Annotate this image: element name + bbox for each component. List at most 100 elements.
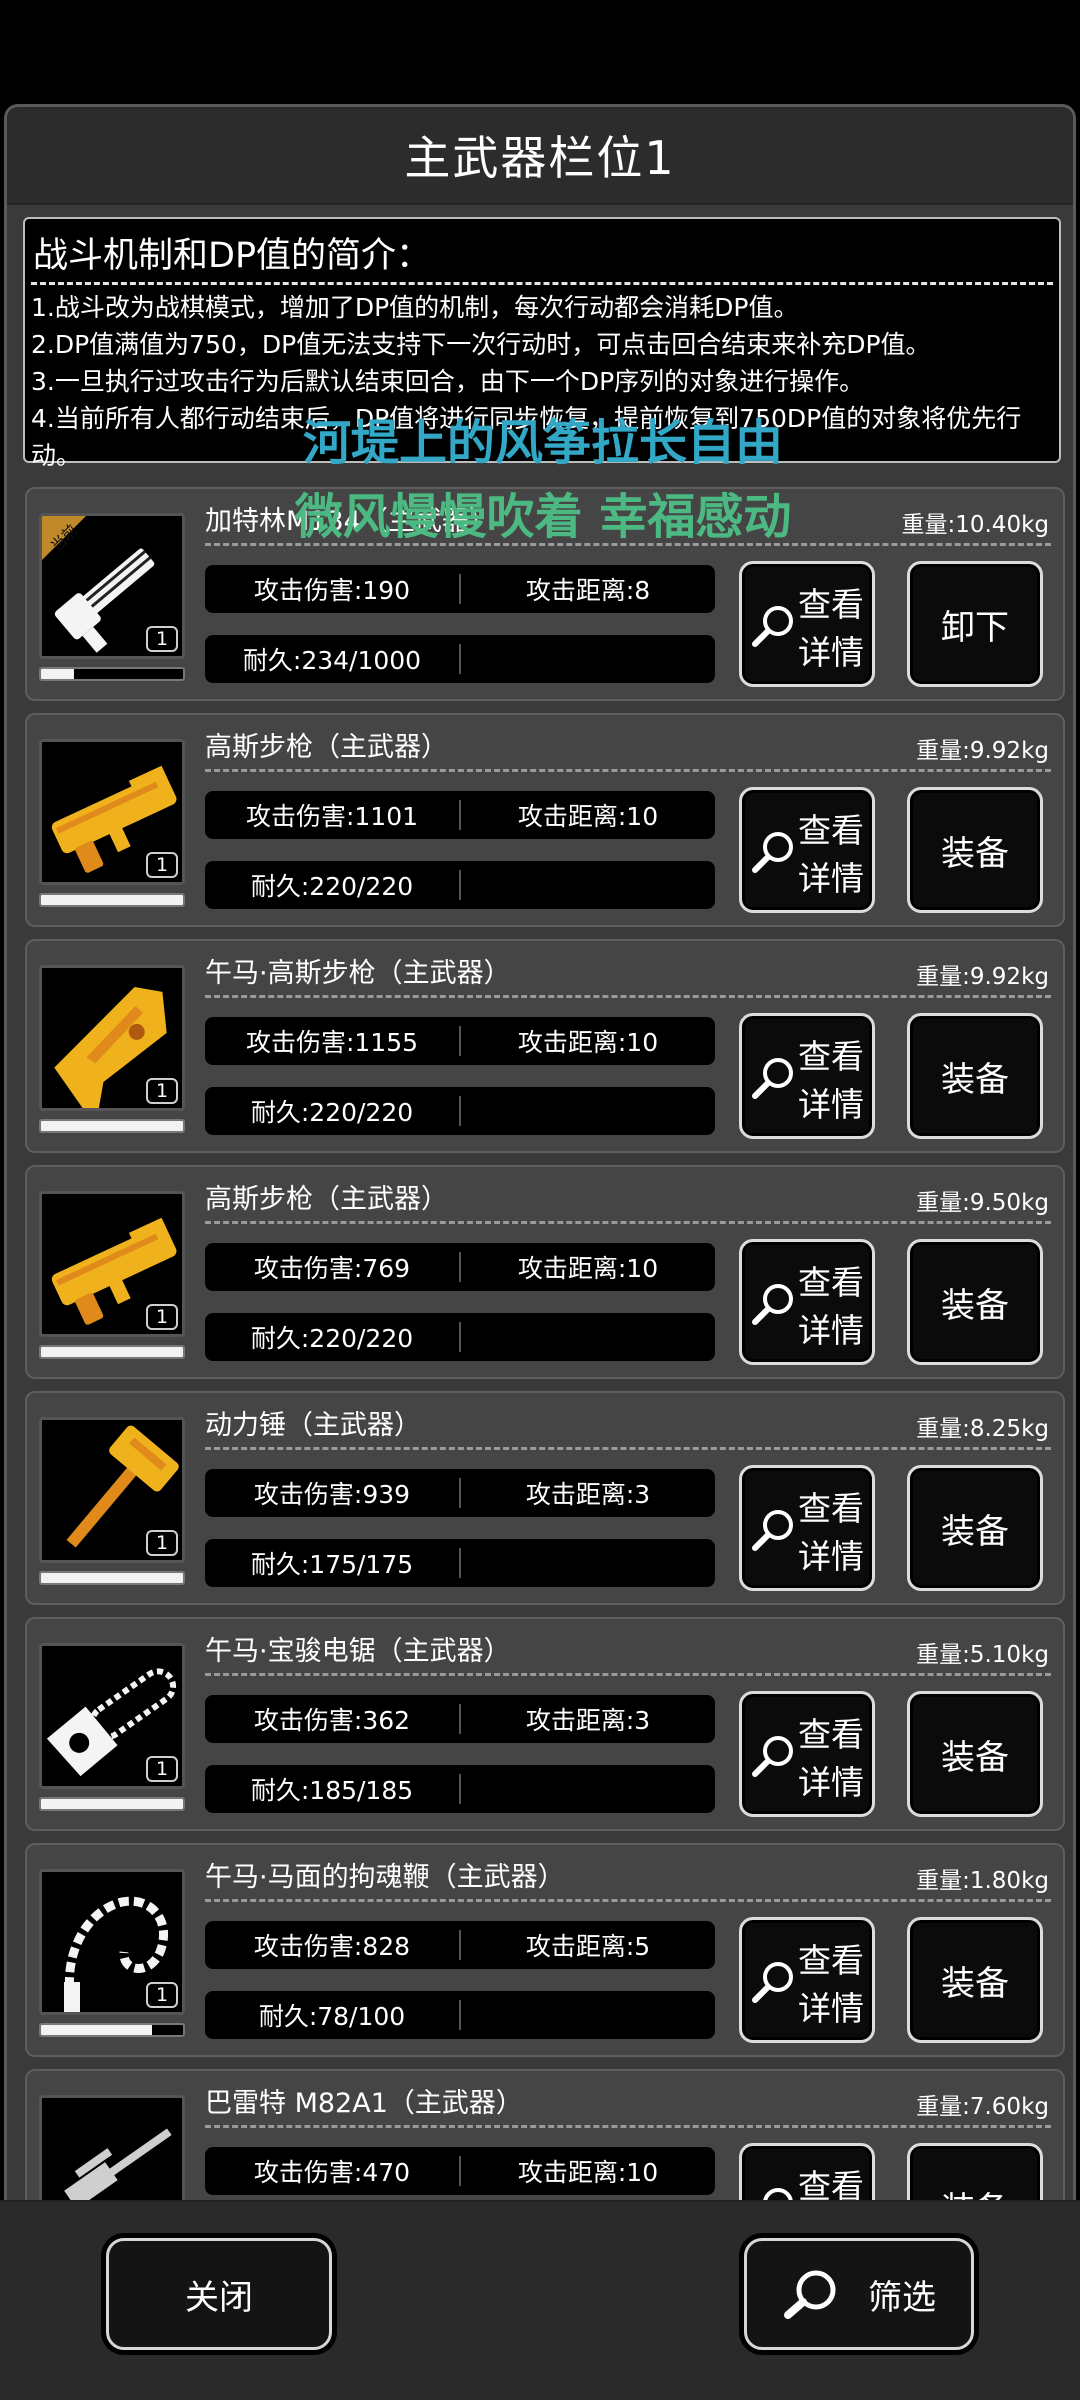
weapon-thumbnail[interactable]: 1 <box>39 1643 185 1789</box>
stat-separator <box>459 1322 461 1352</box>
attack-range: 攻击距离:10 <box>517 2158 659 2187</box>
attack-stats: 攻击伤害:1155 攻击距离:10 <box>205 1017 715 1065</box>
attack-range: 攻击距离:3 <box>525 1706 651 1735</box>
weapon-weight: 重量:9.50kg <box>916 1190 1049 1216</box>
view-details-label-top: 查看 <box>798 1037 864 1076</box>
view-details-button[interactable]: 查看 详情 <box>739 1013 875 1139</box>
view-details-content: 查看 详情 <box>742 1468 872 1588</box>
quantity-badge: 1 <box>146 1756 178 1782</box>
view-details-label-top: 查看 <box>798 1489 864 1528</box>
equip-button[interactable]: 装备 <box>907 1239 1043 1365</box>
view-details-button[interactable]: 查看 详情 <box>739 2143 875 2201</box>
weapon-weight: 重量:7.60kg <box>916 2094 1049 2120</box>
durability-bar-fill <box>41 1347 183 1357</box>
equip-button[interactable]: 装备 <box>907 1013 1043 1139</box>
equip-button[interactable]: 装备 <box>907 1465 1043 1591</box>
durability-bar <box>39 1571 185 1585</box>
durability-stats: 耐久:185/185 <box>205 1765 715 1813</box>
weapon-thumbnail[interactable]: 1 <box>39 1191 185 1337</box>
equip-button[interactable]: 装备 <box>907 787 1043 913</box>
quantity-badge: 1 <box>146 626 178 652</box>
view-details-label-bottom: 详情 <box>798 859 864 898</box>
view-details-button[interactable]: 查看 详情 <box>739 561 875 687</box>
name-divider <box>205 1221 1051 1224</box>
stat-separator <box>459 1774 461 1804</box>
weapon-card[interactable]: 1 午马·马面的拘魂鞭（主武器） 重量:1.80kg 攻击伤害:828 攻击距离… <box>25 1843 1065 2057</box>
weapon-card[interactable]: 1 高斯步枪（主武器） 重量:9.92kg 攻击伤害:1101 攻击距离:10 … <box>25 713 1065 927</box>
weapon-name: 加特林M134（主武器） <box>205 506 496 537</box>
view-details-content: 查看 详情 <box>742 1016 872 1136</box>
durability-text: 耐久:78/100 <box>258 2002 406 2031</box>
view-details-button[interactable]: 查看 详情 <box>739 787 875 913</box>
view-details-button[interactable]: 查看 详情 <box>739 1917 875 2043</box>
durability-bar <box>39 2023 185 2037</box>
weapon-card[interactable]: 1 午马·高斯步枪（主武器） 重量:9.92kg 攻击伤害:1155 攻击距离:… <box>25 939 1065 1153</box>
name-divider <box>205 543 1051 546</box>
view-details-button[interactable]: 查看 详情 <box>739 1239 875 1365</box>
view-details-content: 查看 详情 <box>742 1920 872 2040</box>
equip-button[interactable]: 装备 <box>907 1917 1043 2043</box>
weapon-thumbnail[interactable]: 1 <box>39 965 185 1111</box>
quantity-badge: 1 <box>146 1304 178 1330</box>
view-details-label-bottom: 详情 <box>798 1085 864 1124</box>
attack-damage: 攻击伤害:769 <box>253 1254 411 1283</box>
weapon-name: 午马·马面的拘魂鞭（主武器） <box>205 1862 565 1893</box>
durability-text: 耐久:220/220 <box>250 872 414 901</box>
quantity-badge: 1 <box>146 852 178 878</box>
equip-button[interactable]: 装备 <box>907 1691 1043 1817</box>
attack-damage: 攻击伤害:1101 <box>245 802 419 831</box>
durability-bar-fill <box>41 1799 183 1809</box>
action-button-label: 装备 <box>941 1737 1009 1778</box>
attack-range: 攻击距离:8 <box>525 576 651 605</box>
attack-stats: 攻击伤害:470 攻击距离:10 <box>205 2147 715 2195</box>
weapon-list[interactable]: 当前 1 加特林M134（主武器） 重量:10.40kg 攻击伤害:190 攻击… <box>25 487 1065 2201</box>
durability-stats: 耐久:220/220 <box>205 1087 715 1135</box>
view-details-button[interactable]: 查看 详情 <box>739 1465 875 1591</box>
durability-text: 耐久:220/220 <box>250 1098 414 1127</box>
name-divider <box>205 995 1051 998</box>
filter-button[interactable]: 筛选 <box>744 2238 974 2350</box>
stat-separator <box>459 1548 461 1578</box>
weapon-weight: 重量:10.40kg <box>901 512 1049 538</box>
weapon-thumbnail[interactable]: 1 <box>39 1417 185 1563</box>
stat-separator <box>459 2000 461 2030</box>
unequip-button[interactable]: 卸下 <box>907 561 1043 687</box>
attack-damage: 攻击伤害:1155 <box>245 1028 419 1057</box>
weapon-name: 午马·高斯步枪（主武器） <box>205 958 511 989</box>
attack-range: 攻击距离:10 <box>517 1254 659 1283</box>
current-badge: 当前 <box>42 516 86 560</box>
action-button-label: 装备 <box>941 1285 1009 1326</box>
view-details-label-bottom: 详情 <box>798 1989 864 2028</box>
close-button[interactable]: 关闭 <box>106 2238 332 2350</box>
durability-stats: 耐久:78/100 <box>205 1991 715 2039</box>
weapon-name: 午马·宝骏电锯（主武器） <box>205 1636 511 1667</box>
weapon-card[interactable]: 当前 1 加特林M134（主武器） 重量:10.40kg 攻击伤害:190 攻击… <box>25 487 1065 701</box>
weapon-name: 高斯步枪（主武器） <box>205 1184 448 1215</box>
weapon-card[interactable]: 1 午马·宝骏电锯（主武器） 重量:5.10kg 攻击伤害:362 攻击距离:3… <box>25 1617 1065 1831</box>
magnifier-icon <box>752 832 793 873</box>
equip-button[interactable]: 装备 <box>907 2143 1043 2201</box>
weapon-weight: 重量:9.92kg <box>916 738 1049 764</box>
action-button-label: 装备 <box>941 2182 1009 2202</box>
view-details-button[interactable]: 查看 详情 <box>739 1691 875 1817</box>
weapon-thumbnail[interactable]: 1 <box>39 1869 185 2015</box>
durability-bar-fill <box>41 1121 183 1131</box>
intro-line-4: 4.当前所有人都行动结束后，DP值将进行同步恢复，提前恢复到750DP值的对象将… <box>31 404 1022 470</box>
name-divider <box>205 2125 1051 2128</box>
weapon-thumbnail[interactable]: 当前 1 <box>39 513 185 659</box>
durability-bar-fill <box>41 895 183 905</box>
weapon-card[interactable]: 1 动力锤（主武器） 重量:8.25kg 攻击伤害:939 攻击距离:3 耐久:… <box>25 1391 1065 1605</box>
filter-button-label: 筛选 <box>868 2277 936 2318</box>
quantity-badge: 1 <box>146 1530 178 1556</box>
stat-separator <box>459 644 461 674</box>
weapon-card[interactable]: 1 高斯步枪（主武器） 重量:9.50kg 攻击伤害:769 攻击距离:10 耐… <box>25 1165 1065 1379</box>
weapon-card[interactable]: 1 巴雷特 M82A1（主武器） 重量:7.60kg 攻击伤害:470 攻击距离… <box>25 2069 1065 2201</box>
durability-text: 耐久:220/220 <box>250 1324 414 1353</box>
weapon-thumbnail[interactable]: 1 <box>39 739 185 885</box>
title-bar: 主武器栏位1 <box>7 107 1073 205</box>
view-details-content: 查看 详情 <box>742 564 872 684</box>
durability-text: 耐久:234/1000 <box>242 646 422 675</box>
name-divider <box>205 1447 1051 1450</box>
attack-range: 攻击距离:3 <box>525 1480 651 1509</box>
weapon-thumbnail[interactable]: 1 <box>39 2095 185 2201</box>
